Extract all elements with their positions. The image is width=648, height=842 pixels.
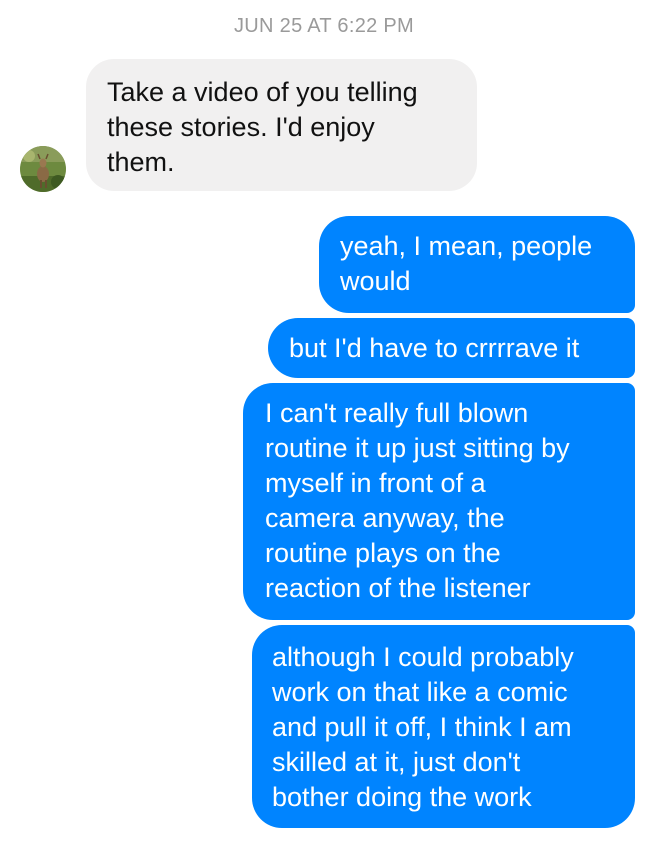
message-timestamp: JUN 25 AT 6:22 PM [234, 15, 414, 37]
deer-photo-avatar-icon [20, 146, 66, 192]
outgoing-message-bubble[interactable]: yeah, I mean, people would [319, 216, 635, 313]
outgoing-message-bubble[interactable]: although I could probably work on that l… [252, 625, 635, 828]
outgoing-message-bubble[interactable]: but I'd have to crrrrave it [268, 318, 635, 378]
contact-avatar[interactable] [20, 146, 66, 192]
outgoing-message-bubble[interactable]: I can't really full blown routine it up … [243, 383, 635, 620]
incoming-message-bubble[interactable]: Take a video of you telling these storie… [86, 59, 477, 191]
